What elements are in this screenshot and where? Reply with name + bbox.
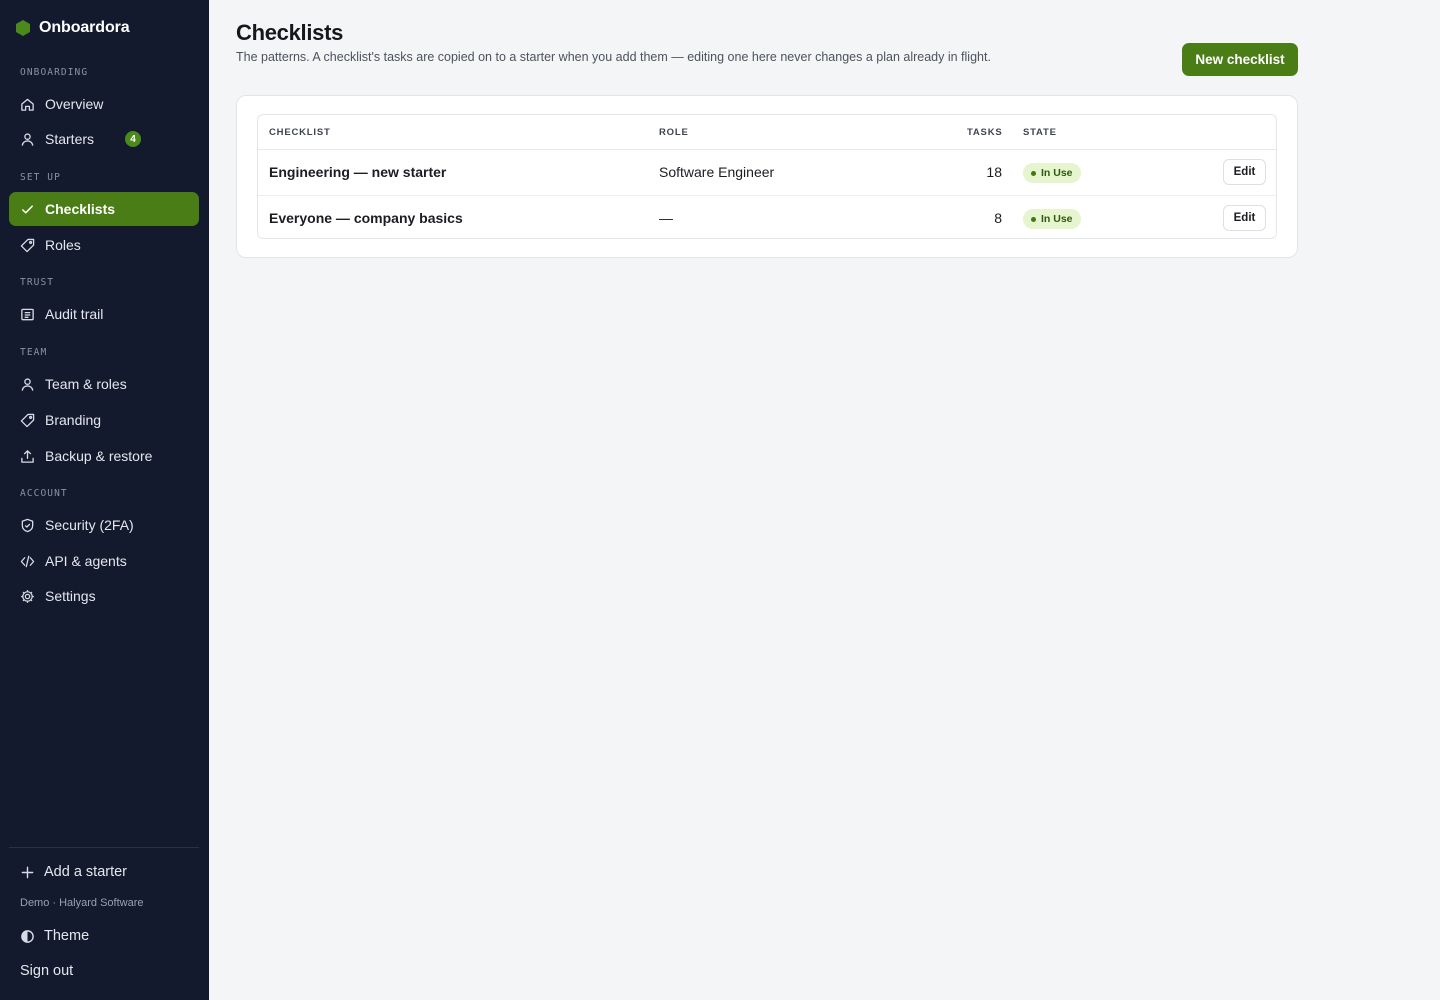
upload-icon [21, 449, 34, 463]
sidebar-item-label: Team & roles [45, 376, 127, 392]
section-label-trust: TRUST [20, 277, 55, 288]
tag-icon [20, 238, 35, 252]
new-checklist-button[interactable]: New checklist [1182, 43, 1298, 76]
status-label: In Use [1041, 167, 1073, 179]
add-starter-button[interactable]: Add a starter [20, 864, 127, 880]
home-icon [21, 98, 34, 111]
add-starter-label: Add a starter [44, 864, 128, 880]
sidebar-item-starters[interactable]: Starters 4 [9, 122, 199, 156]
contrast-icon [21, 929, 34, 943]
gear-icon [21, 589, 34, 603]
checklist-task-count: 18 [986, 164, 1002, 180]
demo-workspace-label: Demo · Halyard Software [20, 897, 144, 909]
log-icon [21, 308, 34, 320]
sidebar-item-team-roles[interactable]: Team & roles [9, 367, 199, 401]
section-label-team: TEAM [20, 347, 48, 358]
status-dot-icon [1031, 216, 1036, 222]
sidebar: Onboardora ONBOARDING Overview Starters … [0, 0, 209, 1000]
sidebar-item-label: Starters [45, 131, 95, 147]
column-header-role: ROLE [659, 127, 689, 138]
check-icon [22, 204, 33, 214]
brand-logo-icon [16, 20, 30, 36]
checklist-role: Software Engineer [659, 164, 775, 180]
checklist-name: Engineering — new starter [269, 164, 447, 180]
sidebar-item-label: Branding [45, 412, 102, 428]
section-label-setup: SET UP [20, 172, 61, 183]
sidebar-item-branding[interactable]: Branding [9, 403, 199, 437]
sign-out-link[interactable]: Sign out [20, 963, 73, 979]
sidebar-item-label: Checklists [45, 201, 116, 217]
status-badge: In Use [1023, 209, 1081, 229]
sidebar-item-label: Settings [45, 588, 96, 604]
sidebar-item-checklists[interactable]: Checklists [9, 192, 199, 226]
sidebar-item-label: Roles [45, 237, 81, 253]
tag-icon [20, 413, 35, 427]
checklist-task-count: 8 [994, 210, 1002, 226]
sidebar-item-api-agents[interactable]: API & agents [9, 544, 199, 578]
theme-label: Theme [44, 928, 90, 944]
table-header: CHECKLIST ROLE TASKS STATE [258, 115, 1276, 150]
sidebar-item-overview[interactable]: Overview [9, 87, 199, 121]
sidebar-divider [9, 847, 199, 848]
code-icon [20, 555, 35, 567]
starters-count-badge: 4 [125, 131, 142, 147]
shield-icon [21, 518, 34, 532]
sidebar-item-settings[interactable]: Settings [9, 579, 199, 613]
section-label-account: ACCOUNT [20, 488, 68, 499]
status-badge: In Use [1023, 163, 1081, 183]
page-title: Checklists [236, 20, 344, 45]
sidebar-item-backup-restore[interactable]: Backup & restore [9, 439, 199, 473]
sidebar-item-label: Security (2FA) [45, 517, 134, 533]
sidebar-item-label: Overview [45, 96, 104, 112]
checklist-name: Everyone — company basics [269, 210, 463, 226]
edit-button[interactable]: Edit [1223, 159, 1266, 185]
page-subtitle: The patterns. A checklist's tasks are co… [236, 50, 991, 64]
brand-name: Onboardora [39, 19, 130, 36]
table-row: Everyone — company basics — 8 In Use Edi… [258, 195, 1276, 238]
section-label-onboarding: ONBOARDING [20, 67, 89, 78]
column-header-state: STATE [1023, 127, 1057, 138]
column-header-checklist: CHECKLIST [269, 127, 331, 138]
sidebar-item-label: API & agents [45, 553, 127, 569]
table-row: Engineering — new starter Software Engin… [258, 150, 1276, 195]
sidebar-item-label: Audit trail [45, 306, 104, 322]
sidebar-item-security[interactable]: Security (2FA) [9, 508, 199, 542]
checklist-role: — [659, 210, 673, 226]
checklists-table: CHECKLIST ROLE TASKS STATE Engineering —… [257, 114, 1277, 239]
status-dot-icon [1031, 170, 1036, 176]
brand[interactable]: Onboardora [16, 17, 130, 39]
theme-toggle[interactable]: Theme [20, 928, 89, 944]
sidebar-item-label: Backup & restore [45, 448, 153, 464]
sidebar-item-roles[interactable]: Roles [9, 228, 199, 262]
person-icon [21, 377, 34, 391]
edit-button[interactable]: Edit [1223, 205, 1266, 231]
checklists-card: CHECKLIST ROLE TASKS STATE Engineering —… [236, 95, 1298, 258]
status-label: In Use [1041, 213, 1073, 225]
plus-icon [21, 866, 34, 878]
person-icon [21, 132, 34, 146]
sidebar-item-audit-trail[interactable]: Audit trail [9, 297, 199, 331]
column-header-tasks: TASKS [967, 127, 1003, 138]
